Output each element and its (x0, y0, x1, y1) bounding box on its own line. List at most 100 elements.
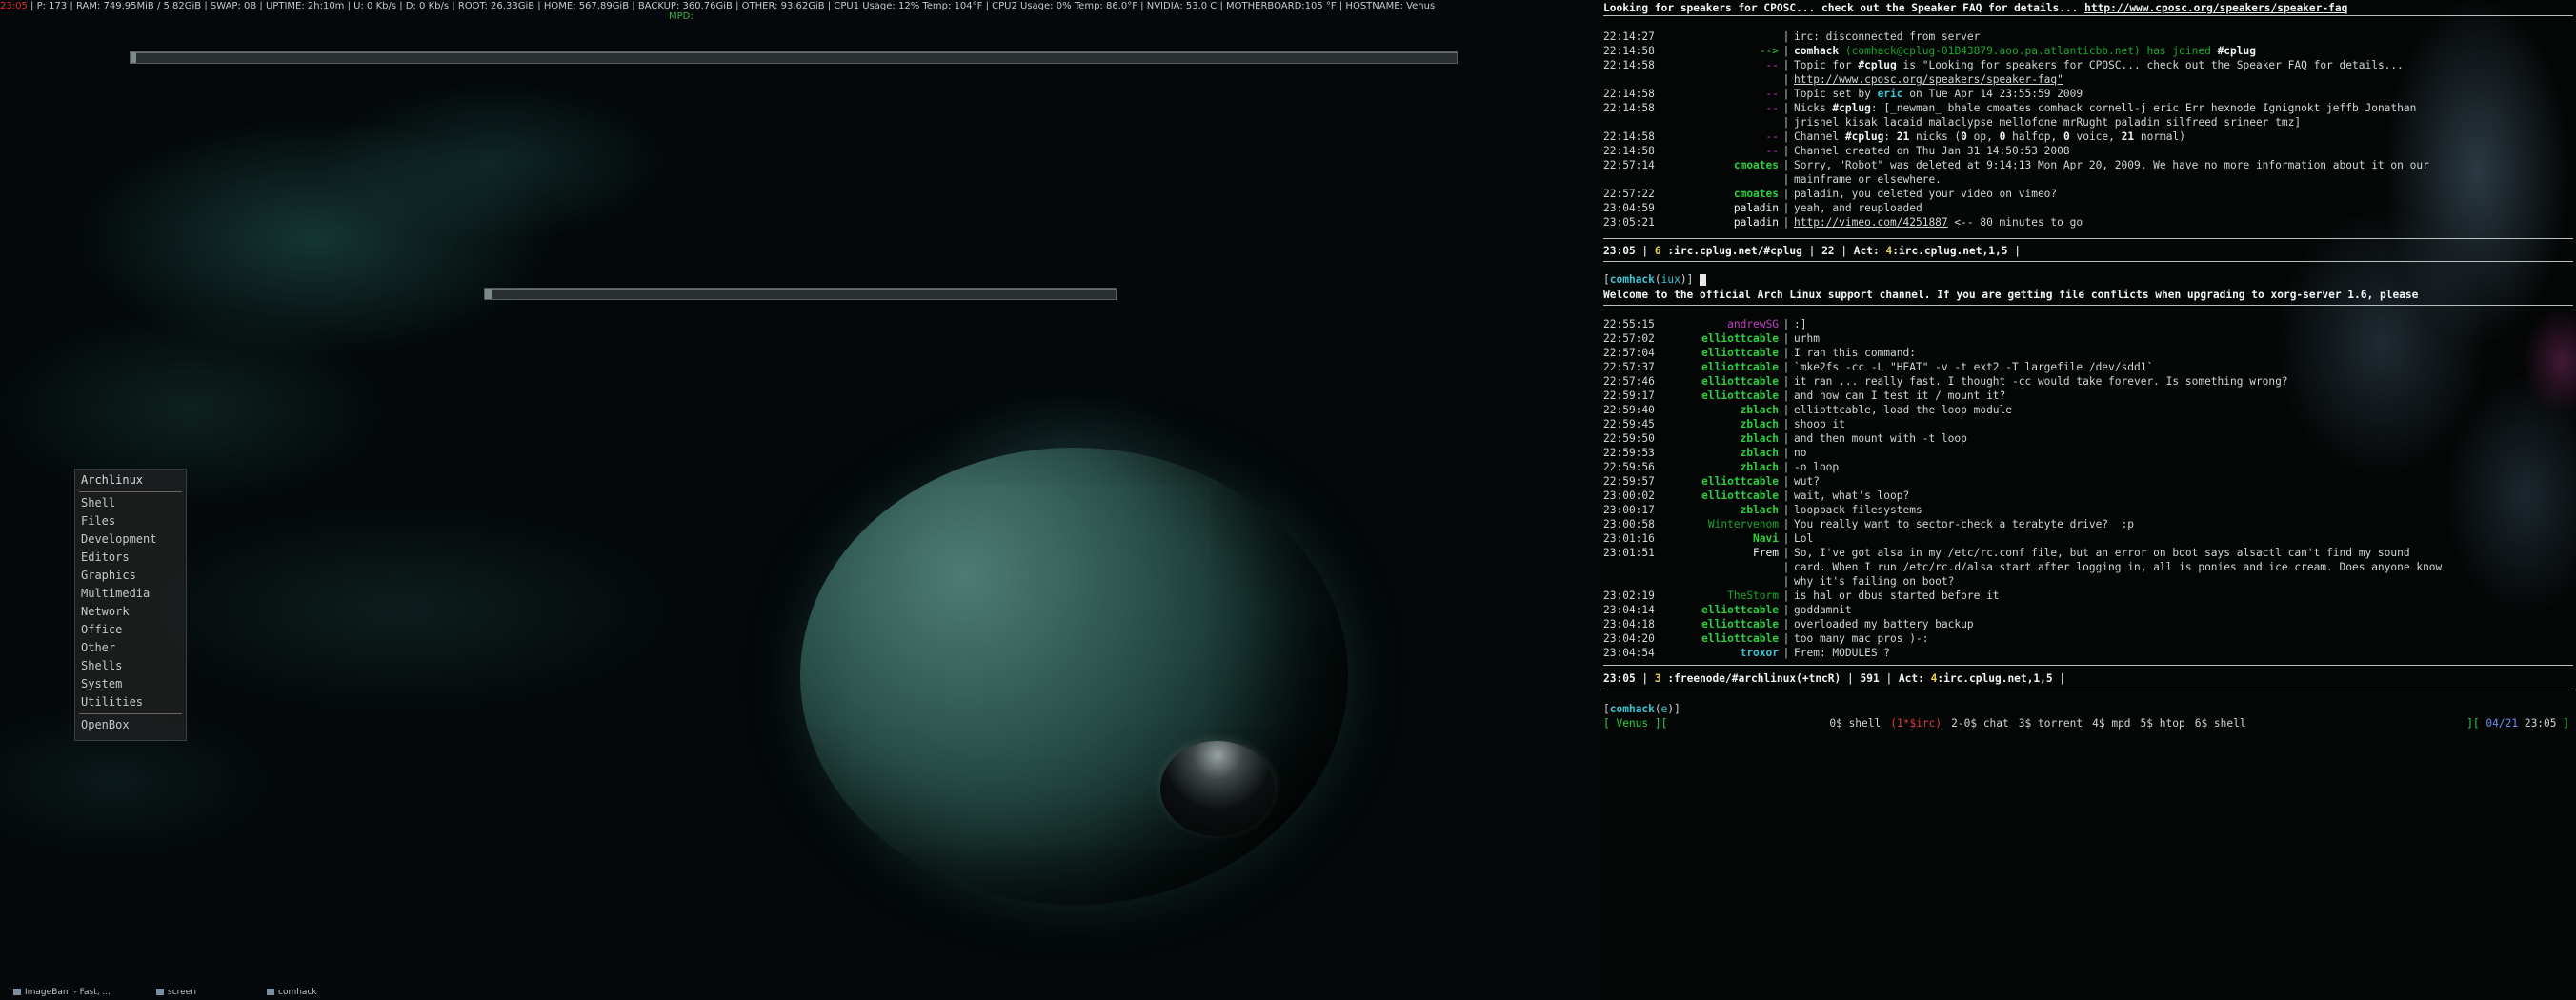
status-item: HOME: 567.89GiB (543, 1, 630, 11)
progress-bar-1 (130, 51, 1458, 64)
screen-window-tab[interactable]: 5$ htop (2141, 717, 2185, 730)
menu-item-network[interactable]: Network (75, 603, 186, 621)
message-text: eric (1877, 88, 1903, 100)
status-separator: | (1217, 1, 1227, 11)
screen-window-tab[interactable]: 2-0$ chat (1951, 717, 2009, 730)
message-text: halfop, (2005, 130, 2063, 143)
timestamp: 23:01:16 (1603, 532, 1655, 545)
nick: -- (1765, 130, 1779, 143)
irc-message-line: 23:01:16 Navi | Lol (1603, 532, 1813, 546)
irc-message-line: 22:59:53 zblach | no (1603, 447, 1806, 460)
topic-url[interactable]: http://www.cposc.org/speakers/speaker-fa… (2084, 2, 2347, 14)
menu-item-shell[interactable]: Shell (75, 494, 186, 512)
message-text: why it's failing on boot? (1794, 575, 1955, 588)
status-separator: | (201, 1, 211, 11)
status-item: BACKUP: 360.76GiB (637, 1, 733, 11)
message-text: 0 (2063, 130, 2070, 143)
timestamp: 22:55:15 (1603, 318, 1655, 330)
screen-window-tab[interactable]: 3$ torrent (2019, 717, 2083, 730)
taskbar-task[interactable]: comhack (267, 985, 317, 1000)
status-separator: | (396, 1, 406, 11)
taskbar-task[interactable]: ImageBam - Fast, ... (13, 985, 111, 1000)
timestamp: 22:59:53 (1603, 447, 1655, 459)
irc-message-line: 23:04:20 elliottcable | too many mac pros )… (1603, 632, 1928, 646)
status-item: U: 0 Kb/s (353, 1, 397, 11)
bracket: ][ (2466, 717, 2486, 730)
timestamp: 22:57:37 (1603, 361, 1655, 373)
status-item: CPU2 Usage: 0% Temp: 86.0°F (992, 1, 1137, 11)
nick: zblach (1740, 461, 1779, 473)
timestamp: 22:14:58 (1603, 102, 1655, 114)
menu-item-office[interactable]: Office (75, 621, 186, 639)
nick-separator: | (1782, 188, 1790, 200)
paren: )] (1680, 273, 1701, 286)
status-item: CPU1 Usage: 12% Temp: 104°F (834, 1, 983, 11)
menu-item-development[interactable]: Development (75, 530, 186, 549)
menu-item-system[interactable]: System (75, 675, 186, 693)
message-text: : [_newman_ bhale cmoates comhack cornel… (1870, 102, 2417, 114)
message-text: Lol (1794, 532, 1814, 545)
menu-item-other[interactable]: Other (75, 639, 186, 657)
nick-separator: | (1782, 102, 1790, 114)
timestamp: 23:01:51 (1603, 547, 1655, 559)
message-text: comhack (1794, 45, 1840, 57)
message-text: : (1883, 130, 1897, 143)
menu-item-openbox[interactable]: OpenBox (75, 716, 186, 734)
message-text: <-- 80 minutes to go (1947, 216, 2083, 229)
taskbar-task-label: ImageBam - Fast, ... (25, 988, 111, 997)
nick: --> (1759, 45, 1779, 57)
menu-item-shells[interactable]: Shells (75, 657, 186, 675)
nick: zblach (1740, 504, 1779, 516)
message-text: Frem: MODULES ? (1794, 647, 1891, 659)
timestamp: 22:59:50 (1603, 432, 1655, 445)
irc-message-line: 22:57:14 cmoates | Sorry, "Robot" was delet… (1603, 159, 2429, 172)
irc-message-line: 22:14:58 -- | Topic for #cplug is "Looking … (1603, 59, 2404, 72)
screen-window-tab[interactable]: 4$ mpd (2092, 717, 2130, 730)
status-sep: | (1635, 245, 1655, 257)
nick-separator: | (1782, 130, 1790, 143)
input-nick: comhack (1609, 273, 1655, 286)
message-text: nicks ( (1909, 130, 1962, 143)
timestamp: 22:59:17 (1603, 390, 1655, 402)
menu-item-multimedia[interactable]: Multimedia (75, 585, 186, 603)
menu-item-utilities[interactable]: Utilities (75, 693, 186, 711)
nick-separator: | (1782, 30, 1790, 43)
terminal-separator (1603, 261, 2573, 262)
nick-separator: | (1782, 647, 1790, 659)
nick-separator: | (1782, 618, 1790, 630)
terminal-separator (1603, 305, 2573, 306)
message-text: http://www.cposc.org/speakers/speaker-fa… (1794, 73, 2063, 86)
nick: troxor (1740, 647, 1779, 659)
status-item: SWAP: 0B (210, 1, 257, 11)
irc-message-line: 23:00:58 Wintervenom | You really want to s… (1603, 518, 2134, 531)
timestamp: 23:00:02 (1603, 490, 1655, 502)
status-separator: | (344, 1, 354, 11)
taskbar-task[interactable]: screen (156, 985, 196, 1000)
window-icon (156, 989, 164, 995)
status-separator: | (27, 1, 37, 11)
screen-window-tab[interactable]: 0$ shell (1829, 717, 1881, 730)
nick-separator: | (1782, 159, 1790, 171)
nick-separator: | (1782, 604, 1790, 616)
nick-separator: | (1782, 447, 1790, 459)
status-item: ROOT: 26.33GiB (457, 1, 535, 11)
menu-item-files[interactable]: Files (75, 512, 186, 530)
nick: -- (1765, 145, 1779, 157)
input-nick: comhack (1609, 703, 1655, 715)
message-text: #cplug (1858, 59, 1897, 71)
message-text: wait, what's loop? (1794, 490, 1910, 502)
message-text: -o loop (1794, 461, 1840, 473)
nick: elliottcable (1701, 604, 1779, 616)
taskbar-task-label: comhack (278, 988, 317, 997)
menu-item-editors[interactable]: Editors (75, 549, 186, 567)
irc-message-line: | card. When I run /etc/rc.d/alsa start a… (1603, 561, 2443, 574)
status-separator: | (67, 1, 76, 11)
text-cursor[interactable] (1700, 274, 1707, 286)
status-separator: | (824, 1, 835, 11)
timestamp: 22:14:58 (1603, 130, 1655, 143)
screen-window-tab[interactable]: 6$ shell (2195, 717, 2246, 730)
screen-window-tab[interactable]: (1*$irc) (1890, 717, 1942, 730)
message-text: Topic set by (1794, 88, 1878, 100)
nick: TheStorm (1727, 590, 1779, 602)
menu-item-graphics[interactable]: Graphics (75, 567, 186, 585)
